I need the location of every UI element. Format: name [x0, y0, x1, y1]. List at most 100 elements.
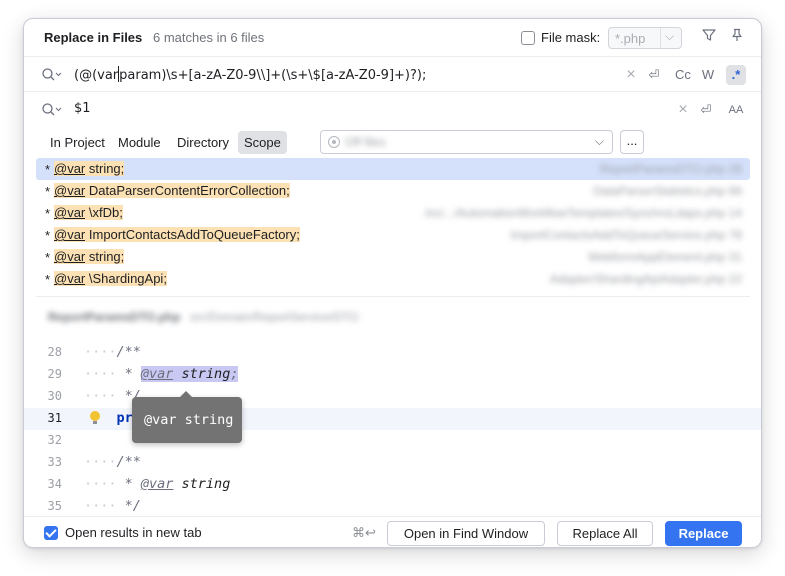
code-text: ···· * @var string	[84, 476, 230, 492]
preview-file-name: ReportParamsDTO.php	[48, 310, 181, 324]
result-tag: @var	[54, 183, 86, 198]
code-line: 29 ···· * @var string;	[24, 364, 761, 386]
result-star: *	[45, 162, 51, 177]
indent-dots: ····	[84, 388, 117, 404]
doc-tag: @var	[140, 476, 174, 492]
search-input[interactable]: (@(varparam)\s+[a-zA-Z0-9\\]+(\s+\$[a-zA…	[74, 66, 426, 83]
result-rest: ImportContactsAddToQueueFactory;	[85, 227, 300, 242]
match-count: 6 matches in 6 files	[153, 30, 265, 45]
indent-dots: ····	[84, 344, 117, 360]
line-number: 32	[47, 433, 62, 447]
tab-directory[interactable]: Directory	[171, 131, 235, 154]
line-number: 29	[47, 367, 62, 381]
result-rest: \xfDb;	[85, 205, 123, 220]
scope-icon	[328, 136, 340, 148]
search-query-part1: (@(var	[74, 68, 119, 83]
result-text: @var string;	[54, 161, 125, 176]
chevron-down-icon[interactable]: ⌵	[595, 134, 604, 149]
comment-text: /**	[116, 454, 141, 470]
whole-words-toggle[interactable]: W	[698, 65, 718, 85]
result-rest: DataParserContentErrorCollection;	[85, 183, 290, 198]
dialog-footer: Open results in new tab ⌘↩ Open in Find …	[24, 516, 761, 547]
list-item[interactable]: * @var string; ReportParamsDTO.php 28	[36, 158, 750, 180]
newline-icon[interactable]: ⏎	[696, 100, 716, 120]
newline-icon[interactable]: ⏎	[644, 65, 664, 85]
regex-toggle[interactable]: .*	[726, 65, 746, 85]
list-item[interactable]: * @var \xfDb; inc/.../AutomationWorkflow…	[36, 202, 750, 224]
code-text: ···· * @var string;	[84, 366, 239, 382]
code-text: ····/**	[84, 454, 141, 470]
result-file: ImportContactsAddToQueueService.php 78	[510, 228, 742, 242]
match-end: ;	[230, 366, 239, 382]
shortcut-hint: ⌘↩	[352, 525, 376, 540]
list-item[interactable]: * @var DataParserContentErrorCollection;…	[36, 180, 750, 202]
comment-text: /**	[116, 344, 141, 360]
result-text: @var ImportContactsAddToQueueFactory;	[54, 227, 300, 242]
list-item[interactable]: * @var ImportContactsAddToQueueFactory; …	[36, 224, 750, 246]
search-history-icon[interactable]	[41, 67, 63, 83]
code-text: ···· */	[84, 498, 141, 514]
line-number: 35	[47, 499, 62, 513]
list-item[interactable]: * @var string; WebformAppElement.php 31	[36, 246, 750, 268]
tab-scope[interactable]: Scope	[238, 131, 287, 154]
replace-all-button[interactable]: Replace All	[557, 521, 653, 546]
clear-search-icon[interactable]: ×	[624, 65, 638, 85]
pin-icon[interactable]	[728, 28, 746, 46]
replace-input[interactable]: $1	[74, 101, 91, 116]
result-text: @var \ShardingApi;	[54, 271, 167, 286]
file-mask-divider	[660, 28, 661, 48]
code-line: 28 ····/**	[24, 342, 761, 364]
file-mask-value: *.php	[615, 31, 646, 46]
replace-history-icon[interactable]	[41, 102, 63, 118]
code-line: 35 ···· */	[24, 496, 761, 516]
indent-dots: ····	[84, 476, 117, 492]
filter-icon[interactable]	[700, 28, 718, 46]
match-tag: @var	[140, 366, 174, 382]
dialog-header[interactable]: Replace in Files 6 matches in 6 files Fi…	[24, 19, 761, 56]
clear-replace-icon[interactable]: ×	[676, 100, 690, 120]
scope-more-button[interactable]: ...	[620, 130, 644, 154]
result-tag: @var	[54, 249, 86, 264]
code-text: ····/**	[84, 344, 141, 360]
match-rest: string	[173, 366, 231, 382]
result-rest: \ShardingApi;	[85, 271, 167, 286]
tab-in-project[interactable]: In Project	[44, 131, 111, 154]
file-mask-label: File mask:	[541, 30, 601, 45]
result-file: Adapter/ShardingApiAdapter.php 22	[549, 272, 742, 286]
file-mask-checkbox[interactable]	[521, 31, 535, 45]
open-new-tab-label[interactable]: Open results in new tab	[65, 525, 202, 540]
preview-path: ReportParamsDTO.php src/Domain/ReportSer…	[48, 309, 359, 324]
list-item[interactable]: * @var \ShardingApi; Adapter/ShardingApi…	[36, 268, 750, 290]
search-query-part2: param)\s+[a-zA-Z0-9\\]+(\s+\$[a-zA-Z0-9]…	[119, 68, 427, 83]
preserve-case-toggle[interactable]: AA	[724, 100, 748, 120]
comment-text: */	[116, 498, 141, 514]
result-tag: @var	[54, 227, 86, 242]
result-text: @var DataParserContentErrorCollection;	[54, 183, 290, 198]
tab-module[interactable]: Module	[112, 131, 167, 154]
result-tag: @var	[54, 271, 86, 286]
replace-row: $1 × ⏎ AA	[24, 91, 761, 126]
chevron-down-icon[interactable]: ⌵	[665, 29, 674, 44]
code-line: 34 ···· * @var string	[24, 474, 761, 496]
comment-star: *	[116, 476, 141, 492]
indent-dots: ····	[84, 454, 117, 470]
preview-divider	[36, 296, 750, 297]
match-case-toggle[interactable]: Cc	[672, 65, 694, 85]
tooltip-text: @var string	[144, 412, 234, 428]
result-tag: @var	[54, 161, 86, 176]
scope-select[interactable]: Off files ⌵	[320, 130, 613, 154]
open-new-tab-checkbox[interactable]	[44, 526, 58, 540]
indent-dots: ····	[84, 498, 117, 514]
result-file: inc/.../AutomationWorkflowTemplates/Sync…	[425, 206, 742, 220]
replace-button[interactable]: Replace	[665, 521, 742, 546]
file-mask-combo[interactable]: *.php ⌵	[608, 27, 682, 49]
keyword: pr	[116, 410, 133, 426]
line-number: 33	[47, 455, 62, 469]
open-in-find-window-button[interactable]: Open in Find Window	[387, 521, 545, 546]
doc-type: string	[173, 476, 231, 492]
result-star: *	[45, 272, 51, 287]
result-star: *	[45, 228, 51, 243]
comment-star: *	[116, 366, 141, 382]
scope-row: In Project Module Directory Scope Off fi…	[24, 126, 761, 158]
result-tag: @var	[54, 205, 86, 220]
